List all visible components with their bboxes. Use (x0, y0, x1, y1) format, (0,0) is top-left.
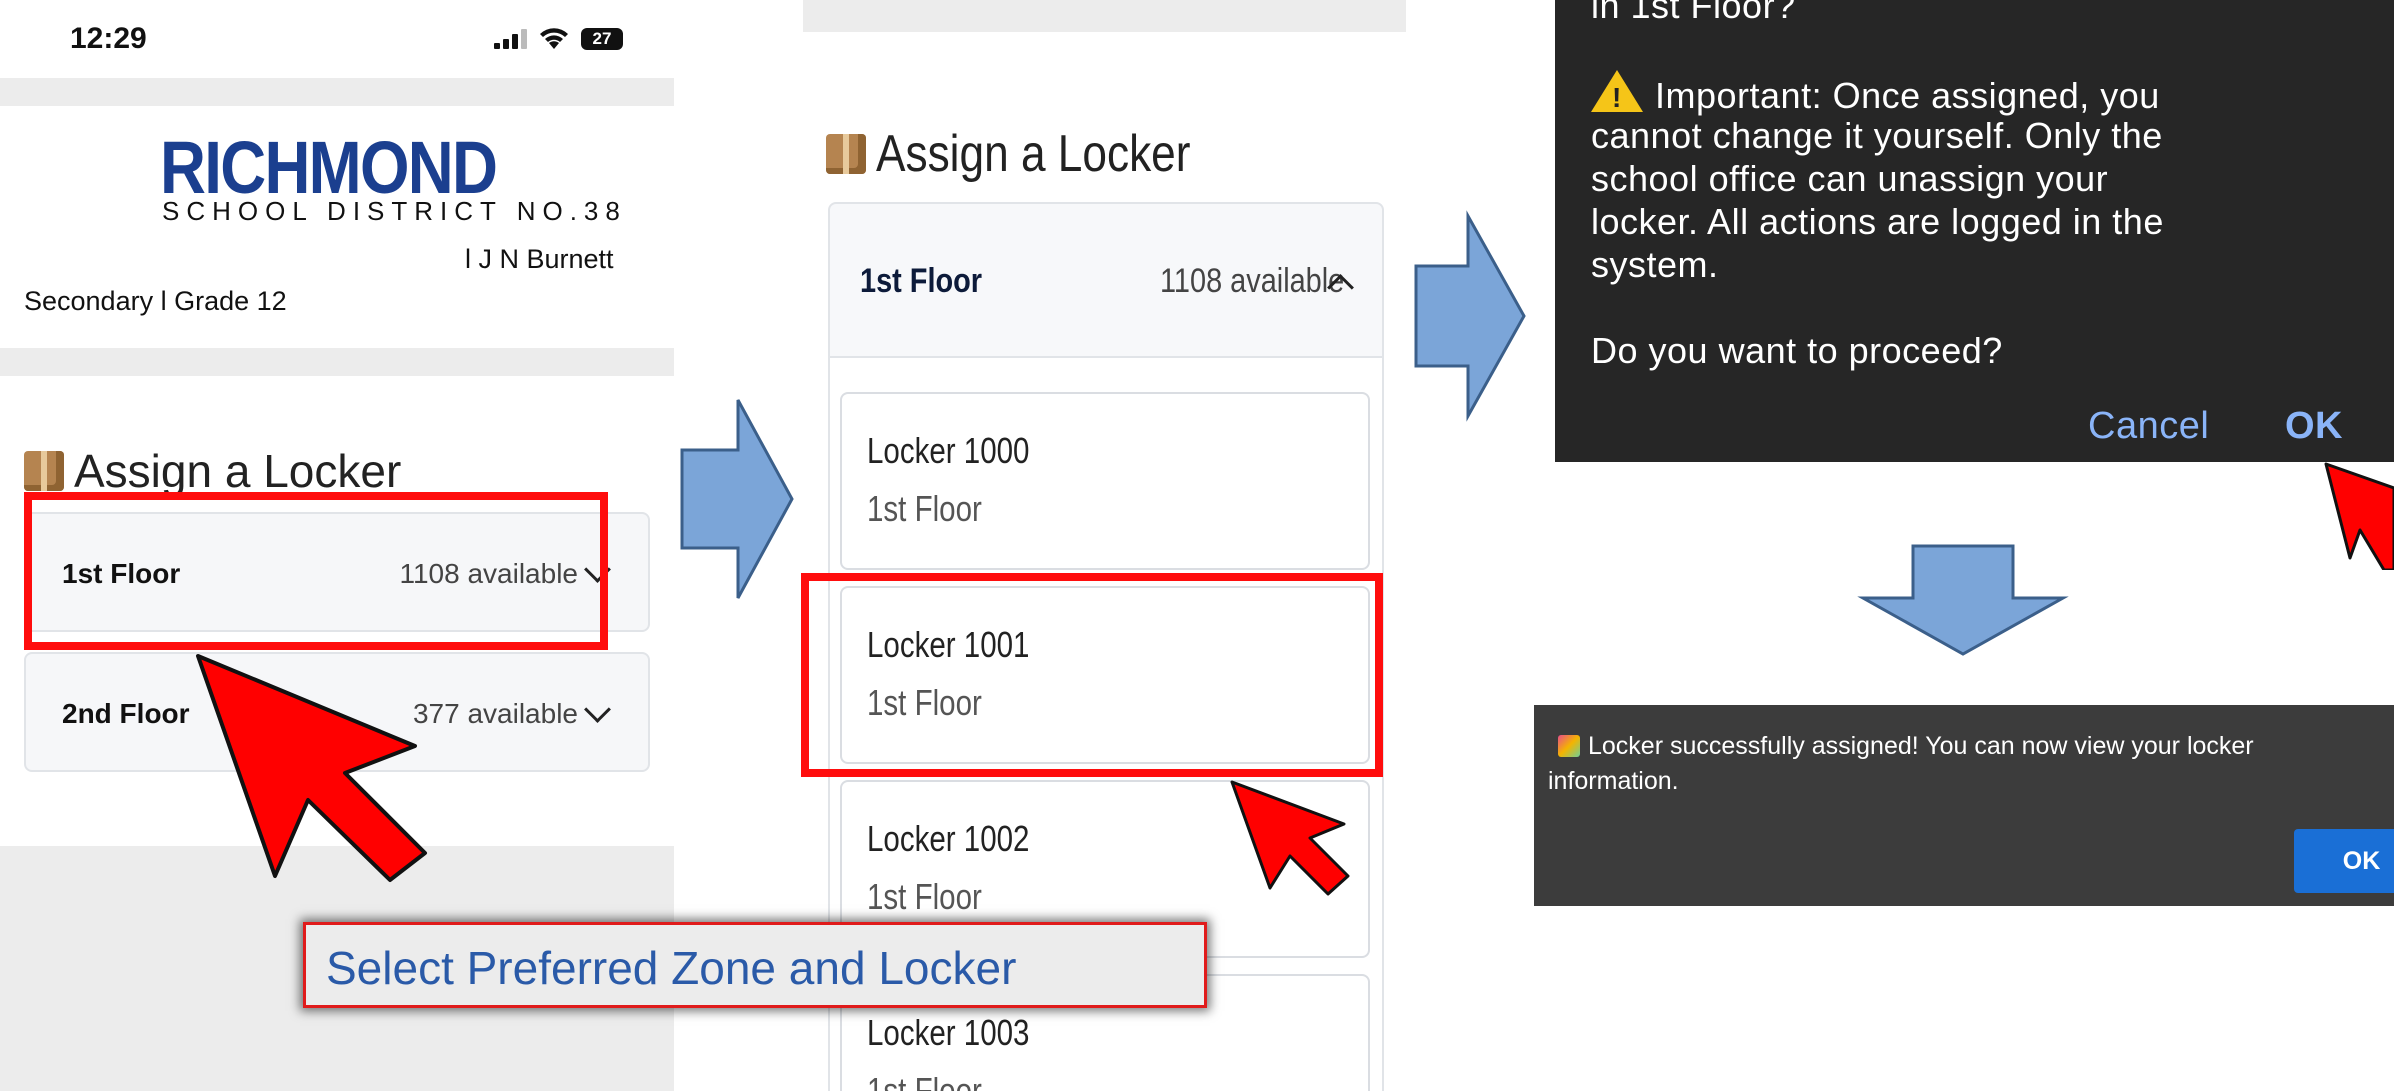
success-message: Locker successfully assigned! You can no… (1548, 732, 2254, 795)
dialog-warning-line-1: Important: Once assigned, you (1591, 70, 2160, 119)
cellular-signal-icon (494, 29, 527, 49)
highlight-locker-selection (801, 573, 1383, 777)
dialog-warning-line-3: school office can unassign your (1591, 158, 2109, 199)
locker-name: Locker 1000 (867, 430, 1030, 471)
floor-name: 2nd Floor (62, 698, 190, 729)
header-band (0, 78, 674, 106)
toast-ok-button[interactable]: OK (2294, 829, 2394, 893)
ok-button[interactable]: OK (2285, 405, 2343, 448)
locker-card-1000[interactable]: Locker 1000 1st Floor (840, 392, 1370, 570)
zone-availability: 1108 available (1160, 262, 1345, 300)
wifi-icon (540, 28, 568, 49)
status-icons: 27 (494, 28, 623, 50)
header-band (803, 0, 1406, 32)
locker-floor: 1st Floor (867, 488, 982, 529)
assign-locker-title: Assign a Locker (876, 125, 1191, 183)
flow-arrow-right-icon (680, 399, 794, 599)
success-toast: Locker successfully assigned! You can no… (1534, 705, 2394, 906)
highlight-floor-selection (24, 492, 608, 650)
dialog-question: Do you want to proceed? (1591, 330, 2003, 371)
dialog-warning-line-4: locker. All actions are logged in the (1591, 201, 2164, 242)
confirm-dialog: in 1st Floor? Important: Once assigned, … (1555, 0, 2394, 462)
dialog-question-partial: in 1st Floor? (1591, 0, 1796, 26)
district-logo-subtitle: SCHOOL DISTRICT NO.38 (162, 196, 627, 226)
chevron-down-icon (584, 696, 611, 723)
step-caption: Select Preferred Zone and Locker (303, 922, 1207, 1008)
status-time: 12:29 (70, 22, 147, 55)
pointer-arrow-icon (2324, 462, 2394, 570)
locker-name: Locker 1003 (867, 1012, 1030, 1053)
dialog-warning-line-5: system. (1591, 244, 1719, 285)
assign-locker-title: Assign a Locker (74, 445, 402, 497)
package-icon (24, 451, 64, 491)
section-divider (0, 348, 674, 376)
cancel-button[interactable]: Cancel (2088, 405, 2209, 448)
zone-accordion-header[interactable]: 1st Floor 1108 available (828, 202, 1384, 356)
locker-floor: 1st Floor (867, 1070, 982, 1091)
battery-icon: 27 (581, 28, 623, 50)
locker-floor: 1st Floor (867, 876, 982, 917)
assign-locker-heading: Assign a Locker (24, 444, 401, 498)
pointer-arrow-icon (1230, 780, 1350, 896)
locker-name: Locker 1002 (867, 818, 1030, 859)
party-popper-icon (1558, 735, 1580, 757)
assign-locker-heading: Assign a Locker (826, 124, 1246, 184)
step-caption-text: Select Preferred Zone and Locker (326, 942, 1017, 994)
flow-arrow-right-icon (1414, 210, 1526, 422)
student-name: l J N Burnett (465, 244, 614, 274)
package-icon (826, 134, 866, 174)
dialog-warning-line-2: cannot change it yourself. Only the (1591, 115, 2163, 156)
student-grade: Secondary l Grade 12 (24, 286, 287, 316)
flow-arrow-down-icon (1857, 544, 2069, 656)
pointer-arrow-icon (196, 654, 427, 882)
zone-name: 1st Floor (860, 262, 983, 300)
warning-icon (1591, 70, 1643, 119)
